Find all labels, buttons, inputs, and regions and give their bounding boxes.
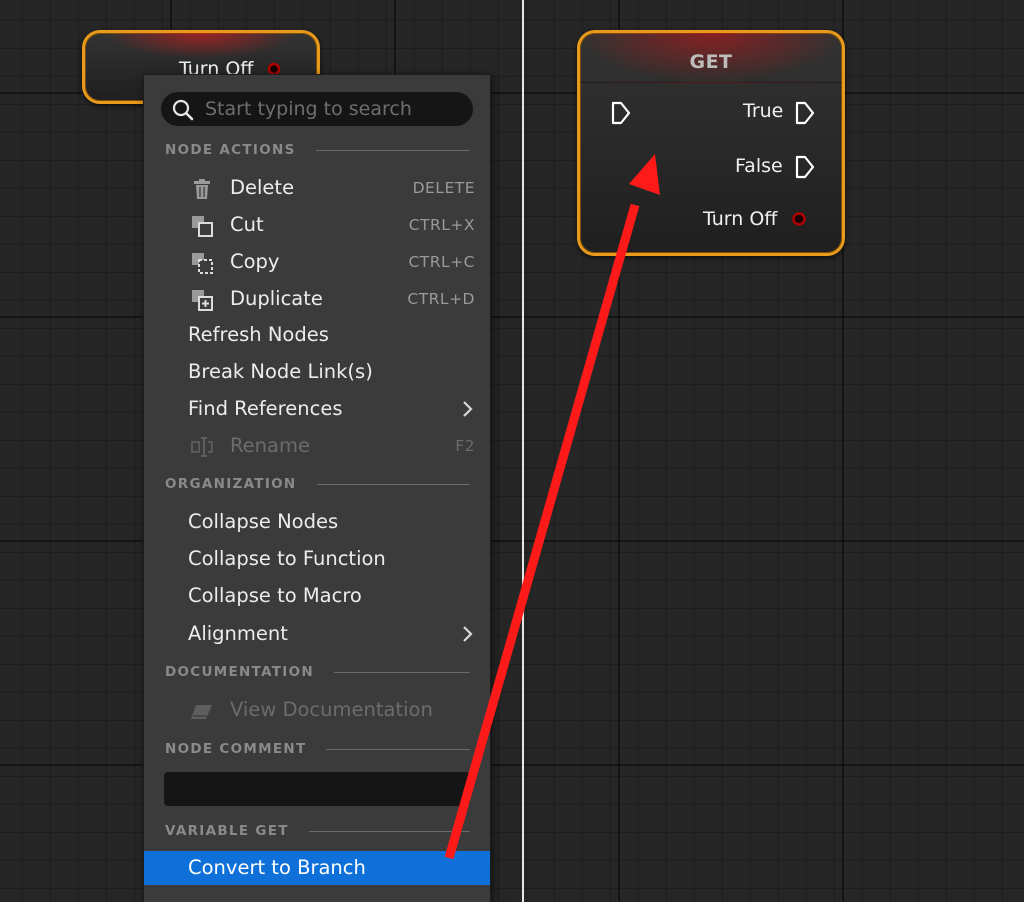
- annotation-arrow-head: [629, 154, 660, 195]
- annotation-arrow: [444, 154, 660, 860]
- annotation-arrow-shaft: [444, 203, 640, 860]
